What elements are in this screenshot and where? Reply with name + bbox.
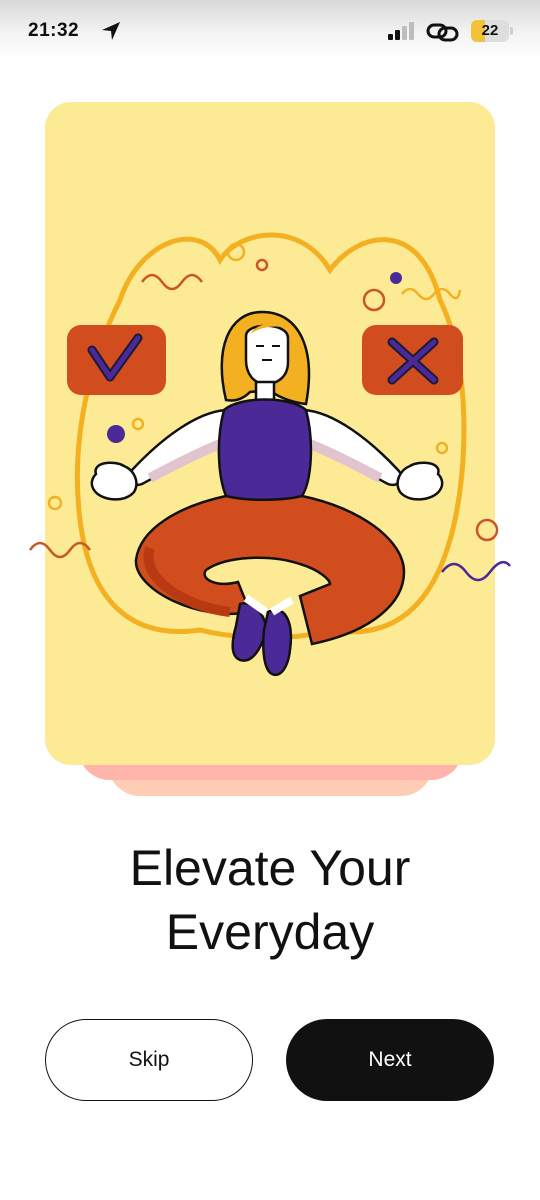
title-line-1: Elevate Your: [129, 840, 411, 896]
onboarding-title: Elevate Your Everyday: [0, 836, 540, 964]
status-time: 21:32: [28, 20, 80, 41]
next-button[interactable]: Next: [286, 1019, 494, 1101]
battery-level: 22: [481, 22, 499, 39]
link-icon: [426, 23, 459, 42]
skip-button[interactable]: Skip: [45, 1019, 253, 1101]
title-line-2: Everyday: [165, 904, 375, 960]
signal-bars-icon: [388, 22, 414, 40]
illustration-card: [45, 102, 495, 765]
location-arrow-icon: [102, 22, 120, 40]
battery-icon: 22: [471, 20, 509, 42]
battery-tip: [510, 27, 513, 35]
status-bar: 21:32 22: [0, 0, 540, 60]
